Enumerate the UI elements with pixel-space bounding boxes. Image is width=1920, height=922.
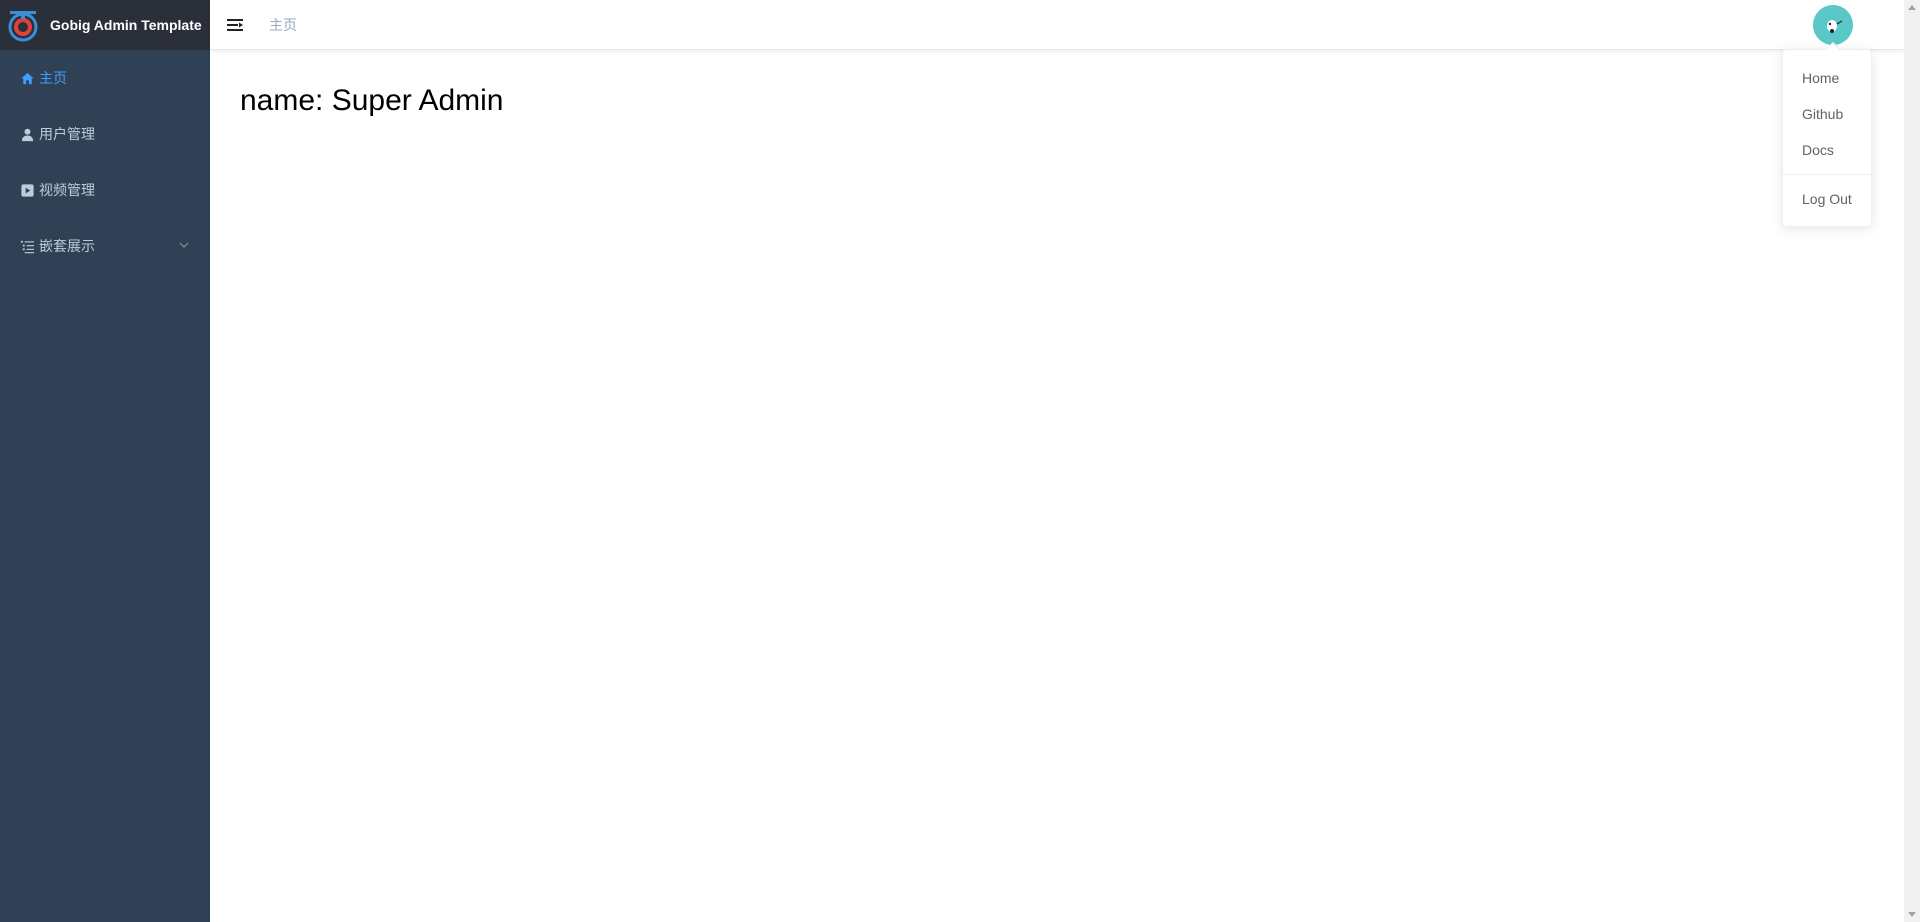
hamburger-icon[interactable] bbox=[226, 16, 244, 34]
breadcrumb: 主页 bbox=[269, 16, 297, 33]
sidebar-item-label: 嵌套展示 bbox=[39, 238, 95, 254]
sidebar-item-users[interactable]: 用户管理 bbox=[0, 106, 210, 162]
dropdown-item-github[interactable]: Github bbox=[1783, 96, 1871, 132]
scroll-up-arrow-icon[interactable] bbox=[1908, 5, 1916, 10]
scroll-down-arrow-icon[interactable] bbox=[1908, 912, 1916, 917]
dropdown-item-logout[interactable]: Log Out bbox=[1783, 174, 1871, 210]
chevron-down-icon bbox=[179, 242, 189, 248]
sidebar-logo[interactable]: Gobig Admin Template bbox=[0, 0, 210, 50]
sidebar-item-home[interactable]: 主页 bbox=[0, 50, 210, 106]
sidebar: Gobig Admin Template 主页 用户管理 视频管理 嵌套展示 bbox=[0, 0, 210, 922]
page-scrollbar[interactable] bbox=[1904, 0, 1920, 922]
sidebar-item-label: 视频管理 bbox=[39, 182, 95, 198]
user-name-heading: name: Super Admin bbox=[240, 84, 504, 117]
user-dropdown-menu: Home Github Docs Log Out bbox=[1782, 41, 1872, 227]
sidebar-item-nested[interactable]: 嵌套展示 bbox=[0, 218, 210, 274]
sidebar-menu: 主页 用户管理 视频管理 嵌套展示 bbox=[0, 50, 210, 274]
avatar-image bbox=[1813, 5, 1853, 45]
scrollbar-track[interactable] bbox=[1907, 17, 1917, 905]
dropdown-item-docs[interactable]: Docs bbox=[1783, 132, 1871, 168]
page-content: name: Super Admin bbox=[210, 50, 1904, 152]
sidebar-item-label: 主页 bbox=[39, 70, 67, 86]
home-icon bbox=[20, 71, 35, 86]
list-icon bbox=[20, 239, 35, 254]
sidebar-item-label: 用户管理 bbox=[39, 126, 95, 142]
navbar: 主页 bbox=[210, 0, 1904, 50]
user-icon bbox=[20, 127, 35, 142]
video-icon bbox=[20, 183, 35, 198]
main-area: 主页 name: Super Admin bbox=[210, 0, 1904, 922]
avatar[interactable] bbox=[1813, 5, 1853, 45]
logo-icon bbox=[8, 11, 38, 42]
sidebar-item-videos[interactable]: 视频管理 bbox=[0, 162, 210, 218]
app-title: Gobig Admin Template bbox=[50, 17, 202, 33]
app-root: Gobig Admin Template 主页 用户管理 视频管理 嵌套展示 主… bbox=[0, 0, 1920, 922]
dropdown-item-home[interactable]: Home bbox=[1783, 60, 1871, 96]
